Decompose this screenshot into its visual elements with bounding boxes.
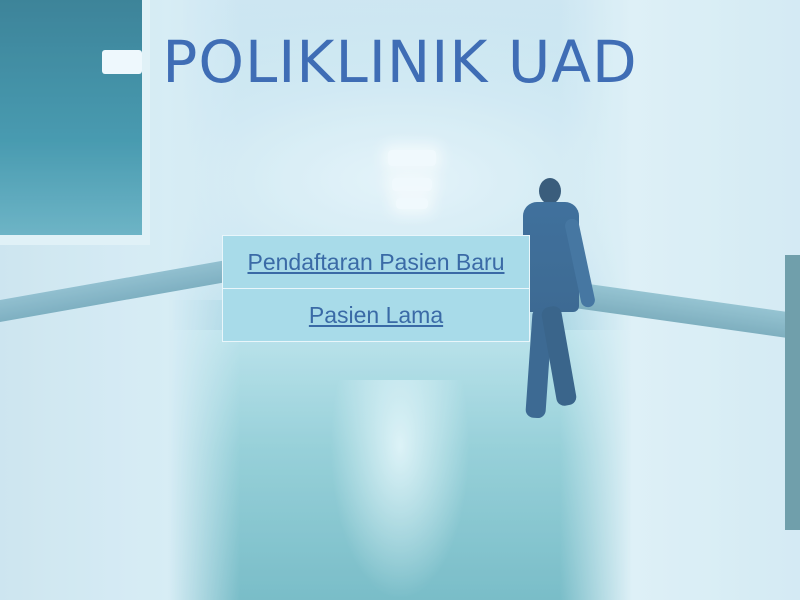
page: POLIKLINIK UAD Pendaftaran Pasien Baru P…: [0, 0, 800, 600]
page-title: POLIKLINIK UAD: [162, 28, 638, 96]
main-menu: Pendaftaran Pasien Baru Pasien Lama: [222, 235, 530, 342]
menu-item-existing-patient: Pasien Lama: [223, 289, 529, 341]
existing-patient-link[interactable]: Pasien Lama: [223, 289, 529, 341]
new-patient-registration-link[interactable]: Pendaftaran Pasien Baru: [223, 236, 529, 288]
menu-item-new-patient: Pendaftaran Pasien Baru: [223, 236, 529, 289]
